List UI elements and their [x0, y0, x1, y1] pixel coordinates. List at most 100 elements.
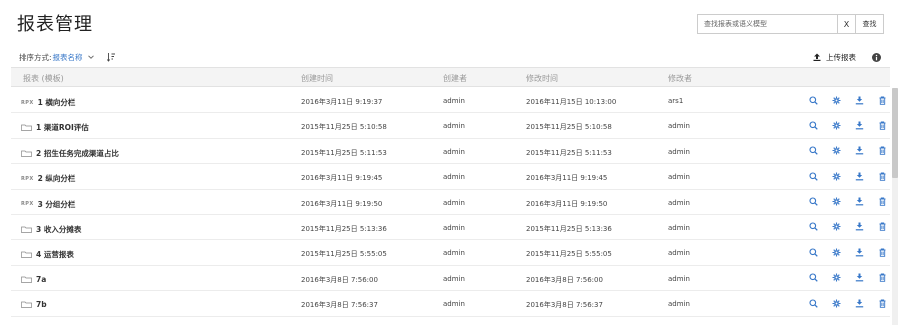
page-title: 报表管理 [17, 14, 93, 35]
preview-icon[interactable] [808, 273, 818, 283]
delete-icon[interactable] [877, 146, 887, 156]
preview-icon[interactable] [808, 146, 818, 156]
table-row[interactable]: 7a 2016年3月8日 7:56:00 admin 2016年3月8日 7:56:0… [11, 266, 890, 292]
created-time-cell: 2016年3月11日 9:19:45 [301, 174, 383, 183]
table-row[interactable]: 2 招生任务完成渠道占比 2015年11月25日 5:11:53 admin 2015… [11, 139, 890, 165]
preview-icon[interactable] [808, 247, 818, 257]
table-row[interactable]: RPX 2 纵向分栏 2016年3月11日 9:19:45 admin 2016年3月1… [11, 164, 890, 190]
modifier-cell: admin [668, 173, 690, 182]
preview-icon[interactable] [808, 120, 818, 130]
modifier-cell: admin [668, 122, 690, 131]
download-icon[interactable] [854, 120, 864, 130]
report-name[interactable]: 1 横向分栏 [38, 97, 76, 108]
preview-icon[interactable] [808, 298, 818, 308]
preview-icon[interactable] [808, 95, 818, 105]
search-clear-button[interactable]: X [838, 14, 856, 34]
settings-icon[interactable] [831, 95, 841, 105]
download-icon[interactable] [854, 95, 864, 105]
settings-icon[interactable] [831, 247, 841, 257]
delete-icon[interactable] [877, 120, 887, 130]
row-actions [808, 273, 900, 283]
column-header-created[interactable]: 创建时间 [301, 73, 333, 84]
download-icon[interactable] [854, 197, 864, 207]
row-actions [808, 146, 900, 156]
report-name-cell[interactable]: 4 运营报表 [21, 249, 74, 260]
download-icon[interactable] [854, 298, 864, 308]
created-time-cell: 2016年3月8日 7:56:00 [301, 275, 378, 284]
download-icon[interactable] [854, 171, 864, 181]
report-name[interactable]: 1 渠道ROI评估 [36, 122, 89, 133]
settings-icon[interactable] [831, 146, 841, 156]
report-name-cell[interactable]: 7b [21, 300, 47, 309]
report-name[interactable]: 7a [36, 275, 46, 284]
delete-icon[interactable] [877, 273, 887, 283]
modifier-cell: admin [668, 147, 690, 156]
preview-icon[interactable] [808, 171, 818, 181]
preview-icon[interactable] [808, 197, 818, 207]
upload-report-button[interactable]: 上传报表 [813, 52, 856, 63]
row-actions [808, 247, 900, 257]
sort-label: 排序方式: [19, 52, 52, 62]
column-header-modifier[interactable]: 修改者 [668, 73, 692, 84]
delete-icon[interactable] [877, 95, 887, 105]
report-name-cell[interactable]: RPX 2 纵向分栏 [21, 173, 75, 184]
report-name[interactable]: 7b [36, 300, 47, 309]
report-name[interactable]: 3 分组分栏 [38, 199, 76, 210]
created-time-cell: 2016年3月8日 7:56:37 [301, 301, 378, 310]
folder-icon [21, 301, 32, 308]
table-row[interactable]: 3 收入分摊表 2015年11月25日 5:13:36 admin 2015年11月2… [11, 215, 890, 241]
report-name-cell[interactable]: RPX 3 分组分栏 [21, 199, 75, 210]
delete-icon[interactable] [877, 247, 887, 257]
download-icon[interactable] [854, 247, 864, 257]
column-header-modified[interactable]: 修改时间 [526, 73, 558, 84]
delete-icon[interactable] [877, 298, 887, 308]
delete-icon[interactable] [877, 222, 887, 232]
settings-icon[interactable] [831, 273, 841, 283]
settings-icon[interactable] [831, 298, 841, 308]
download-icon[interactable] [854, 146, 864, 156]
search-button[interactable]: 查找 [856, 14, 884, 34]
report-name-cell[interactable]: RPX 1 横向分栏 [21, 97, 75, 108]
report-name[interactable]: 2 纵向分栏 [38, 173, 76, 184]
report-name-cell[interactable]: 1 渠道ROI评估 [21, 122, 89, 133]
table-row[interactable]: 7b 2016年3月8日 7:56:37 admin 2016年3月8日 7:56:3… [11, 291, 890, 317]
delete-icon[interactable] [877, 197, 887, 207]
scrollbar[interactable] [892, 88, 898, 325]
download-icon[interactable] [854, 273, 864, 283]
preview-icon[interactable] [808, 222, 818, 232]
table-row[interactable]: 1 渠道ROI评估 2015年11月25日 5:10:58 admin 2015年11… [11, 113, 890, 139]
report-name-cell[interactable]: 2 招生任务完成渠道占比 [21, 148, 119, 159]
table-row[interactable]: RPX 3 分组分栏 2016年3月11日 9:19:50 admin 2016年3月1… [11, 190, 890, 215]
created-time-cell: 2015年11月25日 5:10:58 [301, 123, 387, 132]
settings-icon[interactable] [831, 120, 841, 130]
settings-icon[interactable] [831, 197, 841, 207]
created-time-cell: 2015年11月25日 5:13:36 [301, 224, 387, 233]
search-box: X 查找 [697, 14, 890, 34]
created-time-cell: 2016年3月11日 9:19:37 [301, 98, 383, 106]
search-input[interactable] [697, 14, 838, 34]
delete-icon[interactable] [877, 171, 887, 181]
info-icon[interactable] [872, 52, 882, 62]
creator-cell: admin [443, 122, 465, 131]
scrollbar-thumb[interactable] [892, 88, 898, 178]
creator-cell: admin [443, 300, 465, 309]
download-icon[interactable] [854, 222, 864, 232]
report-name[interactable]: 3 收入分摊表 [36, 224, 81, 235]
report-name[interactable]: 2 招生任务完成渠道占比 [36, 148, 119, 159]
settings-icon[interactable] [831, 171, 841, 181]
modifier-cell: admin [668, 223, 690, 232]
table-row[interactable]: RPX 1 横向分栏 2016年3月11日 9:19:37 admin 2016年11月… [11, 88, 890, 114]
report-name[interactable]: 4 运营报表 [36, 249, 74, 260]
column-header-report[interactable]: 报表 (模板) [23, 73, 64, 84]
chevron-down-icon[interactable] [87, 53, 95, 61]
creator-cell: admin [443, 173, 465, 182]
sort-direction-icon[interactable] [106, 52, 117, 62]
sort-dropdown[interactable]: 报表名称 [53, 52, 83, 63]
modifier-cell: ars1 [668, 97, 684, 105]
report-name-cell[interactable]: 7a [21, 275, 46, 284]
settings-icon[interactable] [831, 222, 841, 232]
column-header-creator[interactable]: 创建者 [443, 73, 467, 84]
table-row[interactable]: 4 运营报表 2015年11月25日 5:55:05 admin 2015年11月25… [11, 240, 890, 266]
folder-icon [21, 124, 32, 132]
report-name-cell[interactable]: 3 收入分摊表 [21, 224, 81, 235]
